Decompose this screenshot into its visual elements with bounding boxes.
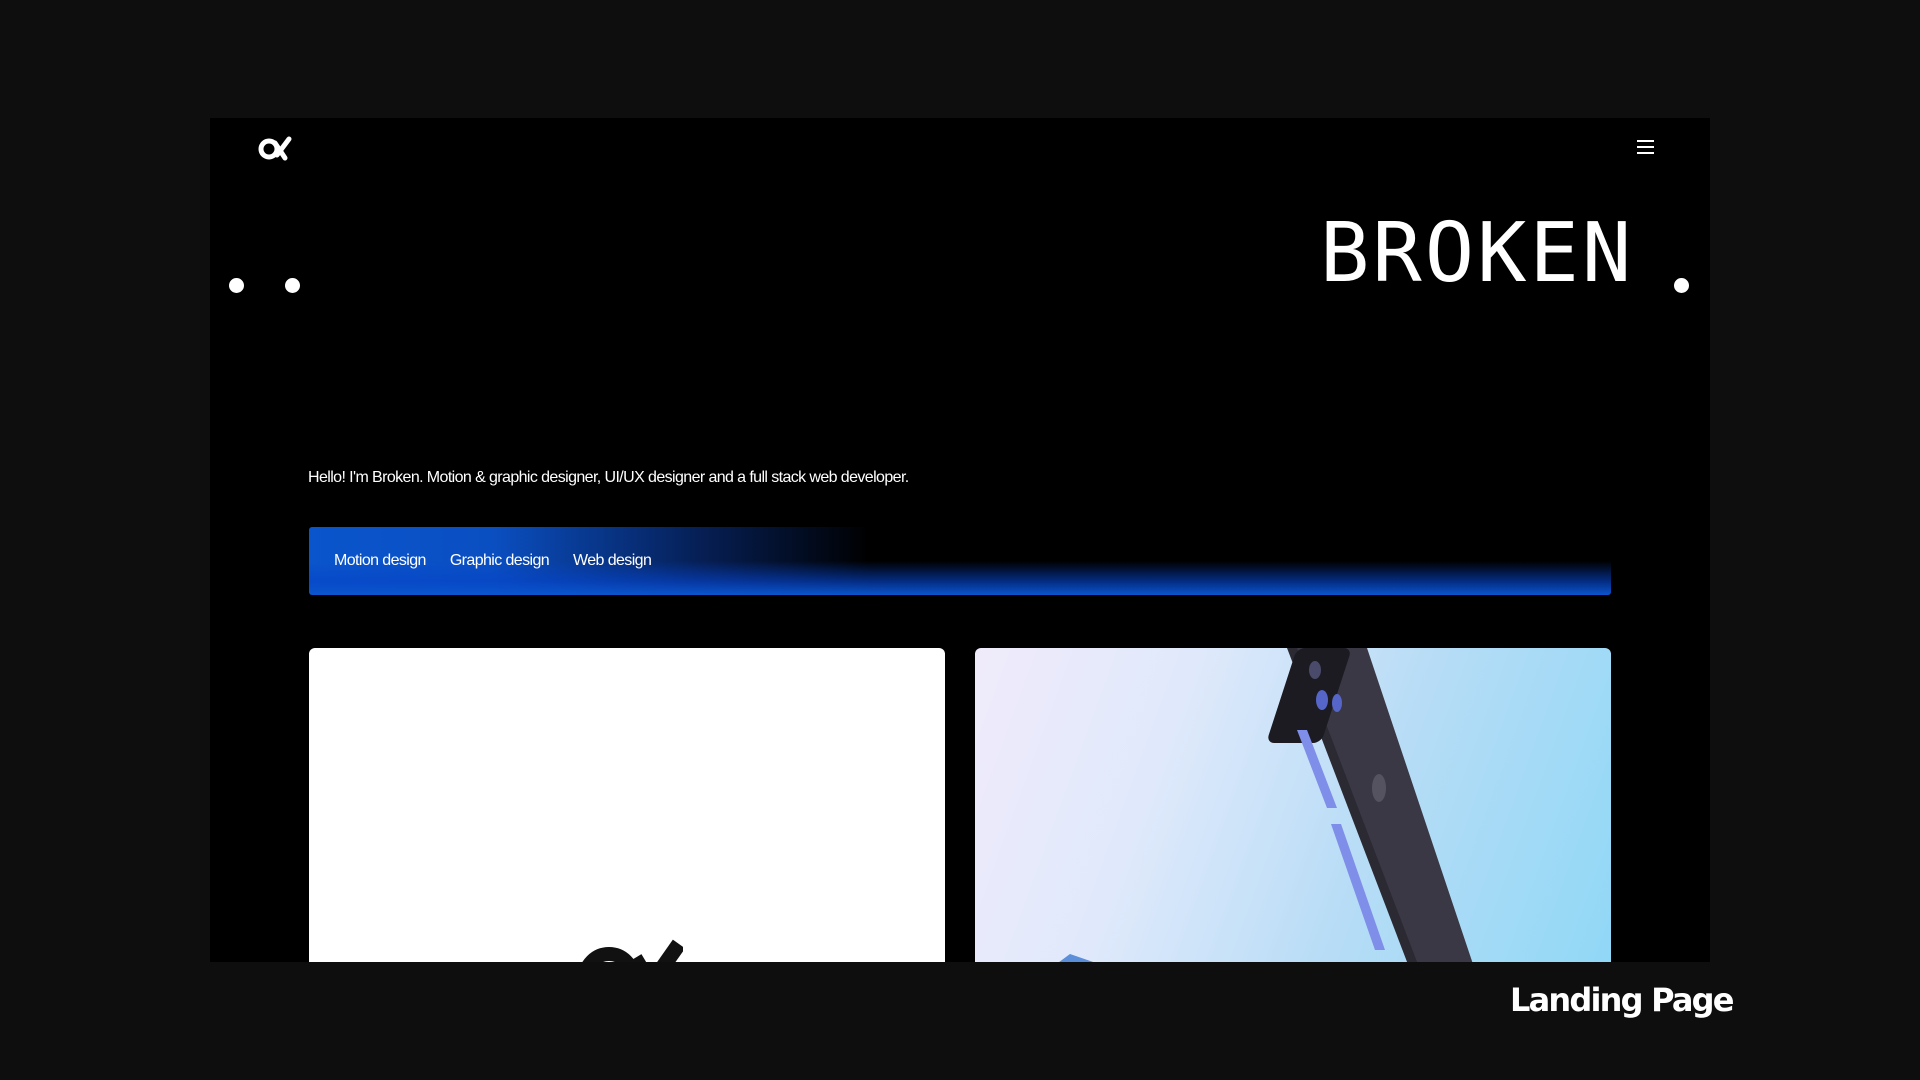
phone-mockup <box>1059 648 1473 962</box>
category-tab-bar: Motion design Graphic design Web design <box>309 527 1611 595</box>
portfolio-card-phone[interactable] <box>975 648 1611 962</box>
decorative-dot <box>285 278 300 293</box>
tab-graphic-design[interactable]: Graphic design <box>450 552 550 570</box>
tab-motion-design[interactable]: Motion design <box>334 552 426 570</box>
alpha-logo-icon <box>582 939 683 962</box>
tab-web-design[interactable]: Web design <box>573 552 652 570</box>
hamburger-menu-icon[interactable] <box>1630 132 1660 162</box>
slide-caption: Landing Page <box>1510 981 1734 1019</box>
decorative-dot <box>229 278 244 293</box>
presentation-stage: BROKEN Hello! I'm Broken. Motion & graph… <box>0 0 1920 1080</box>
intro-text: Hello! I'm Broken. Motion & graphic desi… <box>308 469 909 486</box>
brand-title: BROKEN <box>1320 206 1635 301</box>
portfolio-card-logo[interactable] <box>309 648 945 962</box>
alpha-logo-icon[interactable] <box>258 134 292 164</box>
brand-title-dot <box>1674 278 1689 293</box>
website-frame: BROKEN Hello! I'm Broken. Motion & graph… <box>210 118 1710 962</box>
